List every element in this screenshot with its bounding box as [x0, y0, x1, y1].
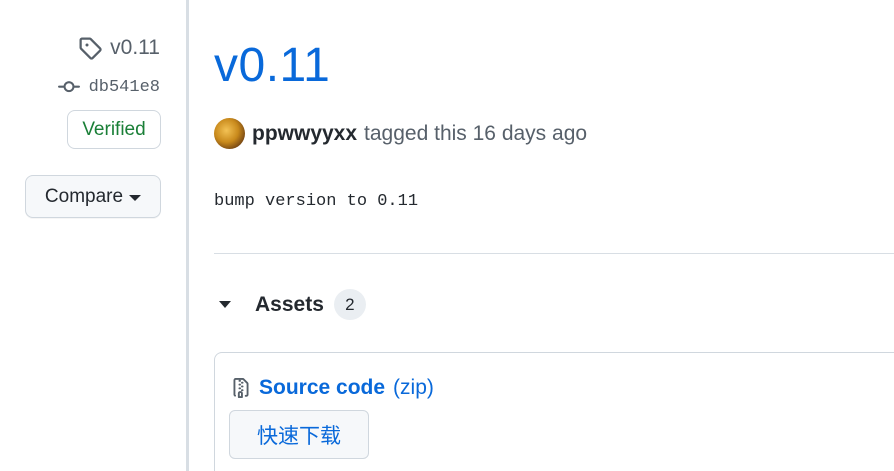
timeline-divider	[186, 0, 189, 471]
tagged-text: tagged this 16 days ago	[364, 121, 588, 145]
author-link[interactable]: ppwwyyxx	[252, 122, 357, 146]
tag-name: v0.11	[110, 36, 160, 59]
asset-item-source-zip[interactable]: Source code (zip)	[231, 376, 434, 400]
tag-icon	[79, 37, 102, 60]
avatar[interactable]	[214, 118, 245, 149]
release-author-row: ppwwyyxx tagged this 16 days ago	[214, 118, 587, 149]
compare-label: Compare	[44, 185, 124, 207]
source-code-ext: (zip)	[393, 376, 434, 399]
release-main: v0.11 ppwwyyxx tagged this 16 days ago b…	[214, 0, 894, 471]
verified-badge[interactable]: Verified	[67, 110, 161, 149]
section-divider	[214, 253, 894, 254]
compare-button[interactable]: Compare	[25, 175, 161, 218]
release-sidebar: v0.11 db541e8 Verified Compare	[0, 0, 186, 471]
assets-label: Assets	[255, 292, 324, 316]
file-zip-icon	[233, 378, 249, 398]
caret-down-icon	[129, 194, 142, 201]
release-notes: bump version to 0.11	[214, 192, 419, 211]
source-code-link[interactable]: Source code	[259, 376, 385, 400]
assets-list: Source code (zip) 快速下载	[214, 352, 894, 471]
triangle-down-icon	[219, 301, 231, 308]
release-title[interactable]: v0.11	[214, 38, 330, 93]
fast-download-button[interactable]: 快速下载	[229, 410, 369, 459]
assets-toggle[interactable]: Assets 2	[219, 289, 366, 320]
assets-count-badge: 2	[333, 289, 366, 320]
tag-link[interactable]: v0.11	[78, 36, 160, 60]
git-commit-icon	[57, 81, 80, 93]
commit-link[interactable]: db541e8	[57, 76, 160, 98]
commit-sha: db541e8	[88, 77, 160, 97]
